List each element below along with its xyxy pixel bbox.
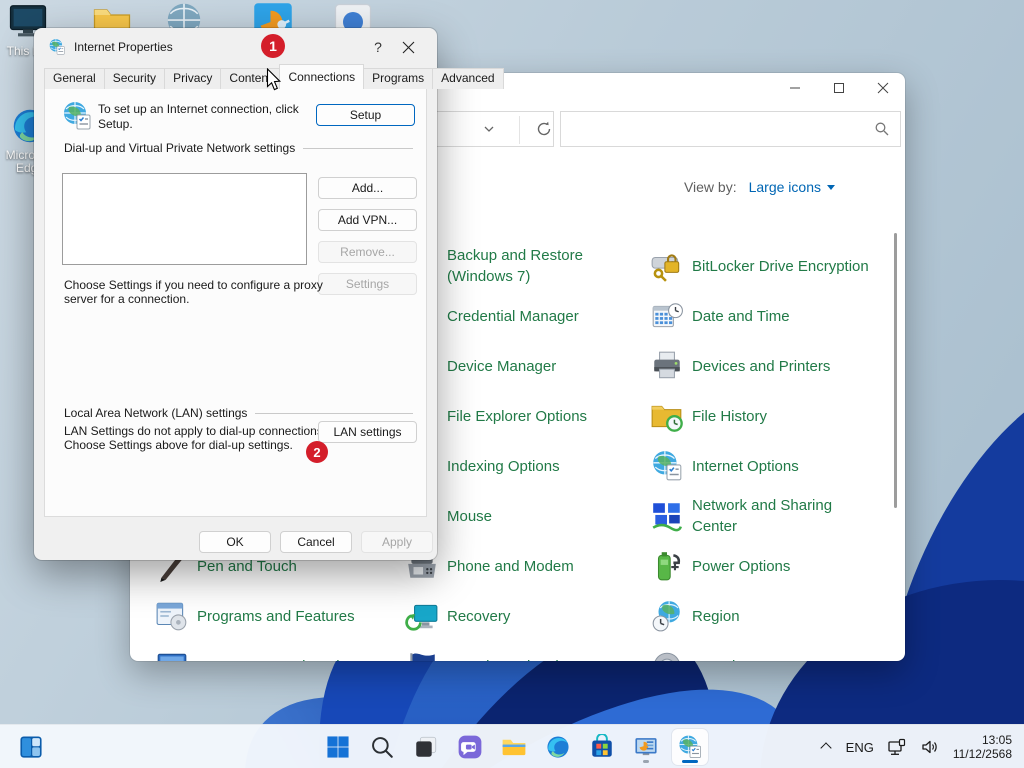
tab-general[interactable]: General bbox=[44, 68, 105, 89]
cancel-button[interactable]: Cancel bbox=[280, 531, 352, 553]
lan-settings-button[interactable]: LAN settings bbox=[318, 421, 417, 443]
mouse-cursor bbox=[266, 68, 282, 92]
programs-features-icon bbox=[155, 599, 189, 633]
scrollbar[interactable] bbox=[894, 233, 897, 508]
control-panel-item[interactable]: Programs and Features bbox=[155, 591, 355, 641]
taskbar-start-button[interactable] bbox=[320, 729, 356, 765]
remoteapp-icon bbox=[155, 649, 189, 661]
power-options-icon bbox=[650, 549, 684, 583]
control-panel-item-label: Recovery bbox=[447, 606, 510, 627]
control-panel-item[interactable]: Security and Maintenance bbox=[405, 641, 620, 661]
annotation-step-1: 1 bbox=[261, 34, 285, 58]
control-panel-item-label: Programs and Features bbox=[197, 606, 355, 627]
date-time-icon bbox=[650, 299, 684, 333]
remove-button: Remove... bbox=[318, 241, 417, 263]
add-button[interactable]: Add... bbox=[318, 177, 417, 199]
tab-programs[interactable]: Programs bbox=[363, 68, 433, 89]
internet-setup-icon bbox=[61, 100, 93, 132]
ok-button[interactable]: OK bbox=[199, 531, 271, 553]
taskbar-internet-properties-button[interactable] bbox=[672, 729, 708, 765]
control-panel-item[interactable]: Network and Sharing Center bbox=[650, 491, 832, 541]
file-history-icon bbox=[650, 399, 684, 433]
control-panel-item-label: BitLocker Drive Encryption bbox=[692, 256, 869, 277]
lan-group-header: Local Area Network (LAN) settings bbox=[64, 406, 413, 420]
system-tray: ENG 13:05 11/12/2568 bbox=[821, 725, 1024, 768]
network-tray-icon[interactable] bbox=[887, 738, 907, 756]
control-panel-item-label: Power Options bbox=[692, 556, 790, 577]
taskbar: ENG 13:05 11/12/2568 bbox=[0, 724, 1024, 768]
setup-button[interactable]: Setup bbox=[316, 104, 415, 126]
tab-connections[interactable]: Connections bbox=[279, 64, 364, 89]
sound-icon bbox=[650, 649, 684, 661]
control-panel-item[interactable]: Internet Options bbox=[650, 441, 799, 491]
control-panel-item-label: Backup and Restore (Windows 7) bbox=[447, 245, 583, 287]
dialog-titlebar: Internet Properties ? bbox=[34, 28, 437, 66]
control-panel-item-label: Internet Options bbox=[692, 456, 799, 477]
control-panel-item-label: RemoteApp and Desktop bbox=[197, 656, 365, 662]
control-panel-item-label: Device Manager bbox=[447, 356, 556, 377]
control-panel-item-label: Security and Maintenance bbox=[447, 656, 620, 662]
language-indicator[interactable]: ENG bbox=[846, 740, 874, 755]
control-panel-item-label: Credential Manager bbox=[447, 306, 579, 327]
proxy-instruction: Choose Settings if you need to configure… bbox=[64, 278, 323, 306]
region-icon bbox=[650, 599, 684, 633]
taskbar-store-button[interactable] bbox=[584, 729, 620, 765]
recovery-icon bbox=[405, 599, 439, 633]
control-panel-item-label: File History bbox=[692, 406, 767, 427]
control-panel-item[interactable]: File History bbox=[650, 391, 767, 441]
settings-button: Settings bbox=[318, 273, 417, 295]
clock[interactable]: 13:05 11/12/2568 bbox=[953, 733, 1012, 761]
internet-options-icon bbox=[650, 449, 684, 483]
dialup-connections-list[interactable] bbox=[62, 173, 307, 265]
network-sharing-icon bbox=[650, 499, 684, 533]
connections-tab-page: To set up an Internet connection, clickS… bbox=[44, 87, 427, 517]
bitlocker-icon bbox=[650, 249, 684, 283]
setup-instruction: To set up an Internet connection, clickS… bbox=[98, 102, 299, 132]
dialog-title: Internet Properties bbox=[74, 40, 363, 54]
control-panel-item-label: Mouse bbox=[447, 506, 492, 527]
tab-advanced[interactable]: Advanced bbox=[432, 68, 503, 89]
taskbar-control-panel-button[interactable] bbox=[628, 729, 664, 765]
control-panel-item-label: Devices and Printers bbox=[692, 356, 830, 377]
control-panel-item-label: Indexing Options bbox=[447, 456, 560, 477]
taskbar-widgets-button[interactable] bbox=[13, 729, 49, 765]
apply-button: Apply bbox=[361, 531, 433, 553]
internet-properties-dialog: Internet Properties ? GeneralSecurityPri… bbox=[34, 28, 437, 560]
devices-printers-icon bbox=[650, 349, 684, 383]
taskbar-edge-taskbar-button[interactable] bbox=[540, 729, 576, 765]
annotation-step-2: 2 bbox=[306, 441, 328, 463]
dialog-close-button[interactable] bbox=[393, 41, 423, 54]
control-panel-item[interactable]: BitLocker Drive Encryption bbox=[650, 241, 869, 291]
tray-time: 13:05 bbox=[953, 733, 1012, 747]
control-panel-item-label: Region bbox=[692, 606, 740, 627]
taskbar-task-view-button[interactable] bbox=[408, 729, 444, 765]
internet-properties-icon bbox=[48, 38, 66, 56]
control-panel-item[interactable]: Recovery bbox=[405, 591, 510, 641]
taskbar-chat-button[interactable] bbox=[452, 729, 488, 765]
control-panel-item[interactable]: Sound bbox=[650, 641, 735, 661]
tray-date: 11/12/2568 bbox=[953, 747, 1012, 761]
volume-tray-icon[interactable] bbox=[920, 738, 940, 756]
tab-privacy[interactable]: Privacy bbox=[164, 68, 221, 89]
control-panel-item[interactable]: Power Options bbox=[650, 541, 790, 591]
add-vpn-button[interactable]: Add VPN... bbox=[318, 209, 417, 231]
control-panel-item-label: Date and Time bbox=[692, 306, 790, 327]
dialup-group-header: Dial-up and Virtual Private Network sett… bbox=[64, 141, 413, 155]
security-maintenance-icon bbox=[405, 649, 439, 661]
control-panel-item[interactable]: RemoteApp and Desktop bbox=[155, 641, 365, 661]
control-panel-item-label: Phone and Modem bbox=[447, 556, 574, 577]
lan-instruction: LAN Settings do not apply to dial-up con… bbox=[64, 424, 326, 452]
taskbar-search-taskbar-button[interactable] bbox=[364, 729, 400, 765]
taskbar-file-explorer-button[interactable] bbox=[496, 729, 532, 765]
tab-security[interactable]: Security bbox=[104, 68, 165, 89]
help-button[interactable]: ? bbox=[363, 39, 393, 55]
control-panel-item-label: Sound bbox=[692, 656, 735, 662]
control-panel-item[interactable]: Devices and Printers bbox=[650, 341, 830, 391]
control-panel-item-label: Network and Sharing Center bbox=[692, 495, 832, 537]
control-panel-item-label: File Explorer Options bbox=[447, 406, 587, 427]
control-panel-item[interactable]: Date and Time bbox=[650, 291, 790, 341]
tray-chevron-up-icon[interactable] bbox=[821, 741, 833, 753]
control-panel-item[interactable]: Region bbox=[650, 591, 740, 641]
